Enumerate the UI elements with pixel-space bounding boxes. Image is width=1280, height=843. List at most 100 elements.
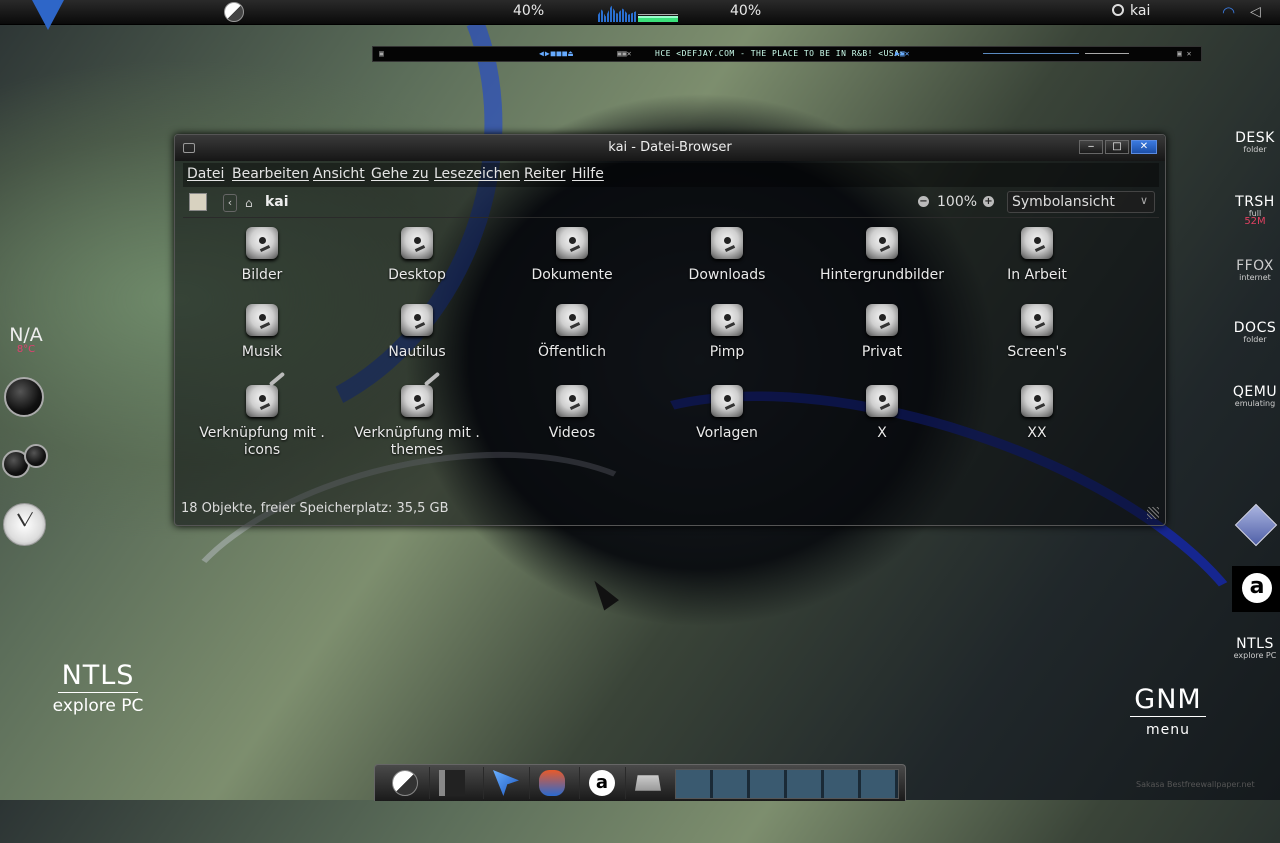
- dock-item-pointer[interactable]: [483, 767, 526, 799]
- menu-reiter[interactable]: Reiter: [524, 166, 565, 182]
- diamond-app-icon[interactable]: [1234, 503, 1278, 547]
- menu-gehe-zu[interactable]: Gehe zu: [371, 166, 429, 182]
- game-icon: [539, 770, 565, 796]
- folder-label: Verknüpfung mit . themes: [354, 425, 480, 458]
- folder-icon: [707, 381, 747, 419]
- volume-slider[interactable]: [1085, 53, 1129, 54]
- breadcrumb-kai[interactable]: kai: [265, 194, 289, 210]
- zoom-in-button[interactable]: +: [983, 196, 994, 207]
- ntls-right-sublabel: explore PC: [1233, 651, 1277, 660]
- power-orb-icon[interactable]: [4, 377, 44, 417]
- folder-item[interactable]: Videos: [497, 381, 647, 442]
- minimize-button[interactable]: ‒: [1079, 140, 1103, 154]
- dock-item-game[interactable]: [529, 767, 572, 799]
- folder-item[interactable]: Screen's: [962, 300, 1112, 361]
- firefox-label: FFOX: [1236, 258, 1274, 274]
- folder-label: Desktop: [388, 267, 446, 283]
- chevron-down-icon: ∨: [1139, 194, 1148, 207]
- player-options-icon[interactable]: ▣▣✕: [617, 47, 631, 61]
- trash-launcher[interactable]: TRSH full 52M: [1232, 194, 1278, 227]
- folder-item[interactable]: Vorlagen: [652, 381, 802, 442]
- folder-item[interactable]: Verknüpfung mit . themes: [342, 371, 492, 459]
- username[interactable]: kai: [1130, 3, 1150, 19]
- wifi-icon[interactable]: ◠: [1222, 3, 1242, 21]
- folder-label: XX: [1027, 425, 1047, 441]
- folder-label: Musik: [241, 344, 283, 360]
- ntls-right-launcher[interactable]: NTLS explore PC: [1232, 636, 1278, 660]
- speaker-icon[interactable]: ◁: [1250, 3, 1266, 21]
- workspace-pager[interactable]: [675, 769, 899, 799]
- top-panel: 40% 40% kai ◠ ◁: [0, 0, 1280, 30]
- gauge-small-icon[interactable]: [24, 444, 48, 468]
- folder-icon: [862, 223, 902, 261]
- menu-bearbeiten[interactable]: Bearbeiten: [232, 166, 309, 182]
- back-button[interactable]: ‹: [223, 194, 237, 212]
- folder-item[interactable]: Musik: [187, 300, 337, 361]
- yin-yang-icon[interactable]: [224, 2, 244, 22]
- menu-hilfe[interactable]: Hilfe: [572, 166, 604, 182]
- folder-label: X: [877, 425, 887, 441]
- folder-item[interactable]: Dokumente: [497, 223, 647, 284]
- folder-item[interactable]: Desktop: [342, 223, 492, 284]
- folder-icon: [862, 381, 902, 419]
- folder-label: Öffentlich: [538, 344, 606, 360]
- a-app-icon[interactable]: a: [1232, 566, 1280, 612]
- folder-icon: [397, 300, 437, 338]
- power-icon[interactable]: [1112, 4, 1124, 16]
- dock-item-yinyang[interactable]: [383, 767, 425, 799]
- folder-label: Hintergrundbilder: [819, 267, 945, 283]
- folder-label: Verknüpfung mit . icons: [199, 425, 325, 458]
- menu-lesezeichen[interactable]: Lesezeichen: [434, 166, 520, 182]
- resize-grip-icon[interactable]: [1147, 507, 1159, 519]
- firefox-launcher[interactable]: FFOX internet: [1232, 258, 1278, 282]
- folder-item[interactable]: Pimp: [652, 300, 802, 361]
- view-mode-value: Symbolansicht: [1012, 194, 1115, 210]
- folder-item[interactable]: Hintergrundbilder: [807, 223, 957, 284]
- seek-bar[interactable]: [983, 53, 1079, 54]
- folder-item[interactable]: Privat: [807, 300, 957, 361]
- ntls-launcher[interactable]: NTLS explore PC: [40, 660, 156, 716]
- location-toolbar: ‹ ⌂ kai − 100% + Symbolansicht ∨: [183, 189, 1159, 218]
- dock-item-terminal[interactable]: [625, 767, 668, 799]
- maximize-button[interactable]: □: [1105, 140, 1129, 154]
- folder-label: Screen's: [1007, 344, 1067, 360]
- edit-location-button[interactable]: [189, 193, 207, 211]
- close-button[interactable]: ✕: [1131, 140, 1157, 154]
- stream-controls-icon[interactable]: ▶▣✕: [895, 47, 909, 61]
- desk-launcher[interactable]: DESK folder: [1232, 130, 1278, 154]
- zoom-out-button[interactable]: −: [918, 196, 929, 207]
- player-close-icon[interactable]: ▣ ✕: [1177, 47, 1191, 61]
- view-mode-select[interactable]: Symbolansicht ∨: [1007, 191, 1155, 213]
- folder-icon: [1017, 381, 1057, 419]
- dock-item-a[interactable]: a: [579, 767, 622, 799]
- folder-item[interactable]: X: [807, 381, 957, 442]
- trash-size: 52M: [1244, 216, 1266, 227]
- player-menu-icon[interactable]: ▣: [379, 47, 384, 61]
- playback-controls[interactable]: ◀▶■■■⏏: [539, 47, 574, 61]
- door-icon: [439, 770, 465, 796]
- gnm-menu-launcher[interactable]: GNM menu: [1122, 684, 1214, 738]
- menu-datei[interactable]: Datei: [187, 166, 224, 182]
- clock-icon[interactable]: [3, 503, 46, 546]
- folder-item[interactable]: XX: [962, 381, 1112, 442]
- folder-item[interactable]: Öffentlich: [497, 300, 647, 361]
- ntls-title: NTLS: [57, 660, 139, 693]
- menu-logo-icon[interactable]: [32, 0, 64, 30]
- folder-item[interactable]: Bilder: [187, 223, 337, 284]
- weather-widget[interactable]: N/A 8°C: [4, 324, 48, 355]
- folder-item[interactable]: Downloads: [652, 223, 802, 284]
- folder-item[interactable]: Verknüpfung mit . icons: [187, 371, 337, 459]
- folder-item[interactable]: Nautilus: [342, 300, 492, 361]
- menu-ansicht[interactable]: Ansicht: [313, 166, 365, 182]
- system-monitor[interactable]: [598, 4, 678, 22]
- dock-item-exit[interactable]: [429, 767, 472, 799]
- memory-percent: 40%: [730, 3, 762, 19]
- docs-launcher[interactable]: DOCS folder: [1232, 320, 1278, 344]
- folder-icon: [242, 300, 282, 338]
- folder-label: Bilder: [241, 267, 283, 283]
- window-titlebar[interactable]: kai - Datei-Browser ‒ □ ✕: [175, 135, 1165, 161]
- folder-icon: [1017, 300, 1057, 338]
- folder-item[interactable]: In Arbeit: [962, 223, 1112, 284]
- stream-title: HCE <DEFJAY.COM - THE PLACE TO BE IN R&B…: [655, 49, 905, 58]
- qemu-launcher[interactable]: QEMU emulating: [1232, 384, 1278, 408]
